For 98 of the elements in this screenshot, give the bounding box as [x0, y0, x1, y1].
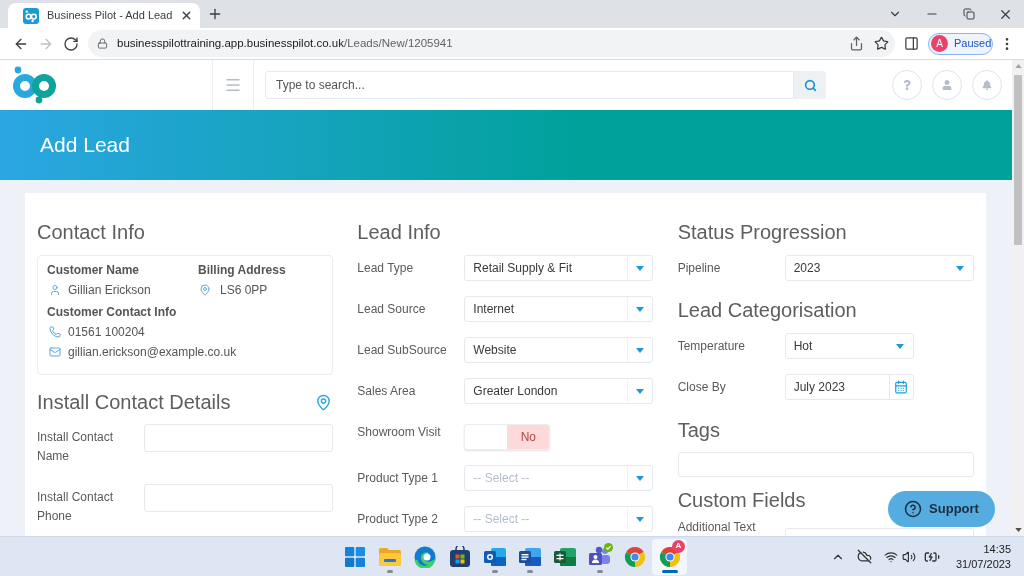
field-label: Additional Text	[677, 520, 757, 534]
mail-app-icon[interactable]	[483, 545, 506, 568]
dropdown[interactable]: Website	[464, 337, 654, 363]
customer-name: Gillian Erickson	[68, 282, 151, 299]
search-button[interactable]	[794, 71, 826, 99]
dropdown[interactable]: Retail Supply & Fit	[464, 255, 654, 281]
field-label: Showroom Visit	[357, 424, 442, 439]
lock-icon[interactable]	[97, 38, 108, 49]
calendar-icon[interactable]	[894, 380, 909, 394]
avatar: A	[931, 35, 948, 52]
section-heading: Status Progression	[677, 220, 847, 245]
caret-icon[interactable]	[636, 347, 645, 353]
dropdown[interactable]: Hot	[784, 333, 914, 359]
field-label: Install Contact Phone	[37, 489, 115, 525]
caret-icon[interactable]	[636, 265, 645, 271]
caret-icon[interactable]	[636, 306, 645, 312]
page-title: Add Lead	[40, 132, 130, 159]
field-label: Lead Source	[357, 301, 427, 318]
speaker-icon[interactable]	[901, 549, 916, 564]
tab-title: Business Pilot - Add Lead	[47, 8, 173, 24]
user-icon	[942, 80, 952, 90]
email-address: gillian.erickson@example.co.uk	[68, 344, 237, 361]
user-icon	[49, 284, 61, 296]
field-label: Pipeline	[677, 260, 722, 277]
swirl-browser-icon[interactable]	[413, 545, 436, 568]
profile-button[interactable]: A Paused	[928, 32, 993, 55]
search-field[interactable]: Type to search...	[265, 71, 794, 99]
phone-number: 01561 100204	[68, 324, 145, 341]
section-heading: Tags	[677, 418, 720, 443]
field-label: Billing Address	[198, 262, 286, 279]
logo-icon	[23, 7, 39, 24]
url-text: businesspilottraining.app.businesspilot.co.uk/Leads/New/1205941	[117, 35, 454, 51]
caret-icon[interactable]	[636, 388, 645, 394]
browser-tab[interactable]: Business Pilot - Add Lead	[8, 3, 200, 28]
scroll-down-icon[interactable]	[1014, 528, 1022, 532]
browser-icon[interactable]	[623, 545, 646, 568]
dropdown[interactable]: Internet	[464, 296, 654, 322]
folder-icon[interactable]	[378, 547, 401, 566]
question-mark-icon	[902, 80, 912, 90]
side-panel-icon[interactable]	[904, 36, 919, 51]
section-heading: Lead Categorisation	[677, 298, 857, 323]
document-app-icon[interactable]	[518, 545, 541, 568]
caret-icon[interactable]	[636, 475, 645, 481]
mail-icon	[49, 346, 61, 358]
section-heading: Install Contact Details	[37, 390, 231, 415]
billing-address: LS6 0PP	[220, 282, 268, 299]
share-icon[interactable]	[849, 36, 864, 51]
tags-input[interactable]	[677, 452, 974, 477]
scrollbar-thumb[interactable]	[1014, 75, 1022, 245]
field-label: Sales Area	[357, 383, 417, 400]
cloud-off-icon[interactable]	[856, 549, 872, 564]
text-input[interactable]	[144, 484, 333, 512]
date-field[interactable]: July 2023	[784, 374, 914, 400]
bookmark-star-icon[interactable]	[874, 36, 889, 51]
dropdown[interactable]: 2023	[784, 255, 974, 281]
caret-icon[interactable]	[896, 343, 905, 349]
text-input[interactable]	[144, 424, 333, 452]
dropdown[interactable]: Greater London	[464, 378, 654, 404]
map-pin-icon[interactable]	[315, 393, 333, 411]
field-label: Product Type 2	[357, 511, 439, 528]
help-icon	[904, 500, 923, 518]
field-label: Close By	[677, 379, 727, 396]
restore-icon[interactable]	[962, 8, 975, 20]
chat-app-icon[interactable]	[588, 545, 611, 568]
logo-icon[interactable]	[12, 66, 56, 104]
field-label: Customer Contact Info	[47, 304, 177, 321]
section-heading: Contact Info	[37, 220, 145, 245]
field-label: Lead SubSource	[357, 342, 448, 359]
search-icon	[803, 78, 817, 92]
field-label: Lead Type	[357, 260, 415, 277]
caret-icon[interactable]	[636, 516, 645, 522]
profile-badge: A	[672, 539, 685, 553]
support-button[interactable]: Support	[888, 491, 995, 527]
field-label: Install Contact Name	[37, 429, 115, 465]
clock-date[interactable]: 31/07/2023	[955, 556, 1011, 572]
scrollbar[interactable]	[1012, 60, 1024, 536]
field-label: Product Type 1	[357, 470, 439, 487]
caret-icon[interactable]	[956, 265, 965, 271]
field-label: Customer Name	[47, 262, 140, 279]
scroll-up-icon[interactable]	[1014, 64, 1022, 68]
store-bag-icon[interactable]	[448, 545, 471, 568]
address-bar[interactable]: businesspilottraining.app.businesspilot.co.uk/Leads/New/1205941	[88, 30, 895, 57]
window-grid-icon[interactable]	[344, 546, 365, 567]
browser-icon[interactable]	[658, 545, 681, 568]
phone-icon	[49, 326, 61, 338]
reload-icon[interactable]	[62, 35, 79, 52]
toggle-switch[interactable]: No	[464, 424, 551, 450]
active-app-tile[interactable]: A	[652, 538, 687, 575]
check-badge-icon	[604, 542, 613, 552]
spreadsheet-app-icon[interactable]	[553, 545, 576, 568]
section-heading: Lead Info	[357, 220, 441, 245]
clock-time[interactable]: 14:35	[983, 541, 1011, 557]
wifi-icon[interactable]	[883, 549, 898, 564]
field-label: Temperature	[677, 338, 747, 355]
bell-icon	[982, 80, 992, 90]
section-heading: Custom Fields	[677, 488, 806, 513]
map-pin-icon	[199, 284, 211, 296]
new-tab-icon[interactable]	[207, 6, 223, 22]
